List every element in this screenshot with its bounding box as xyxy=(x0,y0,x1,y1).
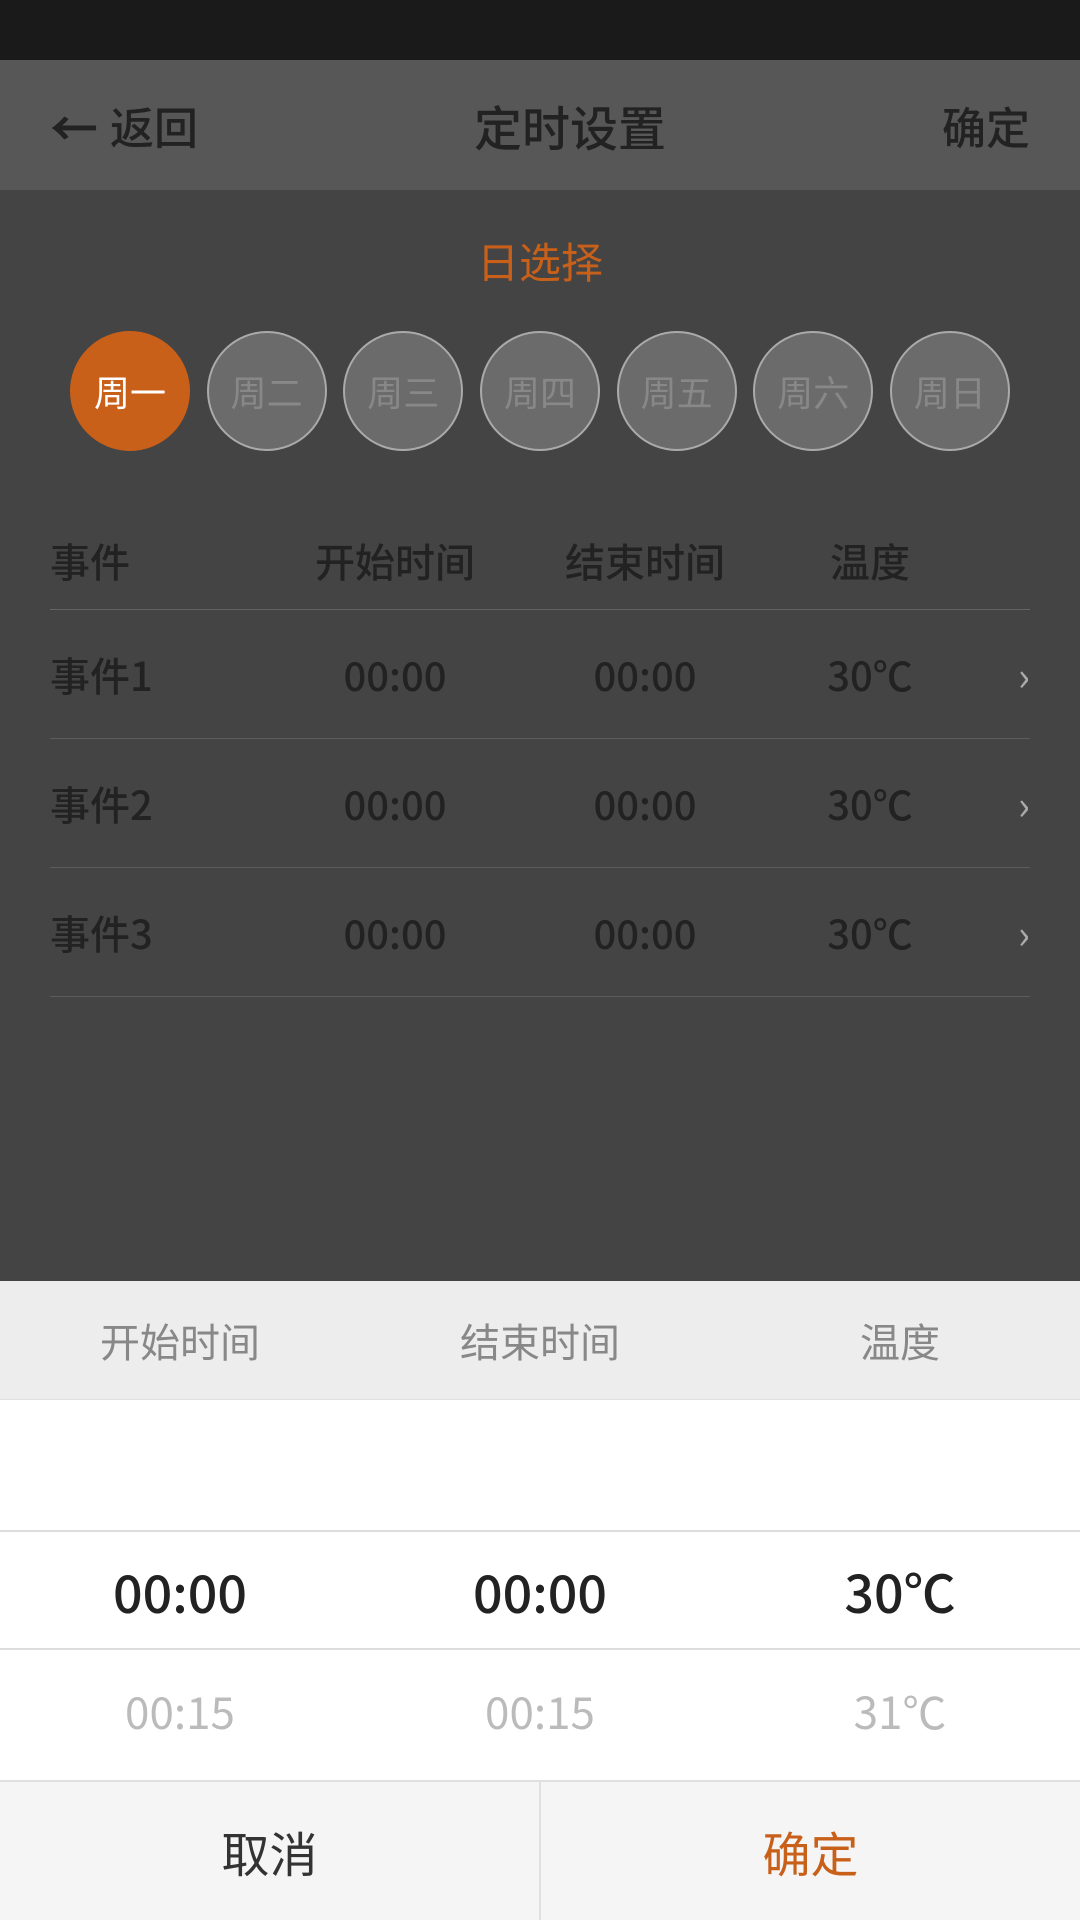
header-confirm-button[interactable]: 确定 xyxy=(942,93,1030,157)
picker-wheel-area[interactable]: 00:00 00:15 00:00 00:15 30℃ 31℃ xyxy=(0,1400,1080,1780)
picker-item-below-start: 00:15 xyxy=(0,1650,360,1770)
table-header-row: 事件 开始时间 结束时间 温度 xyxy=(50,511,1030,610)
event-2-name: 事件2 xyxy=(50,774,270,832)
event-2-end-time: 00:00 xyxy=(520,774,770,832)
picker-col-start-time[interactable]: 00:00 00:15 xyxy=(0,1410,360,1770)
day-selection-section: 日选择 周一 周二 周三 周四 周五 周六 周日 xyxy=(0,190,1080,481)
day-label-saturday: 周六 xyxy=(777,365,849,417)
event-3-name: 事件3 xyxy=(50,903,270,961)
back-button[interactable]: ← 返回 xyxy=(50,90,198,160)
event-1-temperature: 30℃ xyxy=(770,645,970,703)
picker-tabs: 开始时间 结束时间 温度 xyxy=(0,1281,1080,1400)
event-2-temperature: 30℃ xyxy=(770,774,970,832)
day-button-sunday[interactable]: 周日 xyxy=(890,331,1010,451)
day-label-sunday: 周日 xyxy=(914,365,986,417)
event-3-temperature: 30℃ xyxy=(770,903,970,961)
header-end-time: 结束时间 xyxy=(520,531,770,589)
day-button-wednesday[interactable]: 周三 xyxy=(343,331,463,451)
picker-selected-end-time: 00:00 xyxy=(360,1530,720,1650)
picker-item-below-temp: 31℃ xyxy=(720,1650,1080,1770)
table-row[interactable]: 事件3 00:00 00:00 30℃ › xyxy=(50,868,1030,997)
day-buttons: 周一 周二 周三 周四 周五 周六 周日 xyxy=(50,331,1030,451)
confirm-button[interactable]: 确定 xyxy=(539,1782,1080,1920)
header-event: 事件 xyxy=(50,531,270,589)
events-table: 事件 开始时间 结束时间 温度 事件1 00:00 00:00 30℃ › 事件… xyxy=(0,481,1080,1281)
picker-selected-temperature: 30℃ xyxy=(720,1530,1080,1650)
day-button-tuesday[interactable]: 周二 xyxy=(207,331,327,451)
bottom-picker-panel: 开始时间 结束时间 温度 00:00 00:15 00:00 00:15 30℃… xyxy=(0,1281,1080,1920)
picker-item-above-end xyxy=(360,1410,720,1530)
picker-col-temperature[interactable]: 30℃ 31℃ xyxy=(720,1410,1080,1770)
main-content: ← 返回 定时设置 确定 日选择 周一 周二 周三 周四 周五 周六 xyxy=(0,60,1080,1281)
day-label-tuesday: 周二 xyxy=(231,365,303,417)
picker-tab-start-time[interactable]: 开始时间 xyxy=(0,1281,360,1399)
day-label-thursday: 周四 xyxy=(504,365,576,417)
bottom-actions: 取消 确定 xyxy=(0,1780,1080,1920)
day-button-monday[interactable]: 周一 xyxy=(70,331,190,451)
picker-tab-end-time[interactable]: 结束时间 xyxy=(360,1281,720,1399)
picker-item-above-temp xyxy=(720,1410,1080,1530)
event-1-name: 事件1 xyxy=(50,645,270,703)
event-1-end-time: 00:00 xyxy=(520,645,770,703)
day-button-thursday[interactable]: 周四 xyxy=(480,331,600,451)
cancel-button[interactable]: 取消 xyxy=(0,1782,539,1920)
picker-selected-start-time: 00:00 xyxy=(0,1530,360,1650)
day-label-friday: 周五 xyxy=(641,365,713,417)
event-2-start-time: 00:00 xyxy=(270,774,520,832)
table-row[interactable]: 事件1 00:00 00:00 30℃ › xyxy=(50,610,1030,739)
event-1-start-time: 00:00 xyxy=(270,645,520,703)
day-button-saturday[interactable]: 周六 xyxy=(753,331,873,451)
table-row[interactable]: 事件2 00:00 00:00 30℃ › xyxy=(50,739,1030,868)
header-temperature: 温度 xyxy=(770,531,970,589)
picker-col-end-time[interactable]: 00:00 00:15 xyxy=(360,1410,720,1770)
event-3-end-time: 00:00 xyxy=(520,903,770,961)
picker-tab-temperature[interactable]: 温度 xyxy=(720,1281,1080,1399)
header: ← 返回 定时设置 确定 xyxy=(0,60,1080,190)
event-3-arrow-icon: › xyxy=(970,903,1030,961)
day-button-friday[interactable]: 周五 xyxy=(617,331,737,451)
back-label: 返回 xyxy=(110,93,198,157)
day-label-monday: 周一 xyxy=(94,365,166,417)
day-label-wednesday: 周三 xyxy=(367,365,439,417)
picker-item-above xyxy=(0,1410,360,1530)
event-2-arrow-icon: › xyxy=(970,774,1030,832)
event-3-start-time: 00:00 xyxy=(270,903,520,961)
back-arrow-icon: ← xyxy=(50,90,98,160)
picker-item-below-end: 00:15 xyxy=(360,1650,720,1770)
status-bar xyxy=(0,0,1080,60)
header-start-time: 开始时间 xyxy=(270,531,520,589)
picker-columns: 00:00 00:15 00:00 00:15 30℃ 31℃ xyxy=(0,1410,1080,1770)
page-title: 定时设置 xyxy=(474,90,666,160)
event-1-arrow-icon: › xyxy=(970,645,1030,703)
day-selection-title: 日选择 xyxy=(50,230,1030,291)
